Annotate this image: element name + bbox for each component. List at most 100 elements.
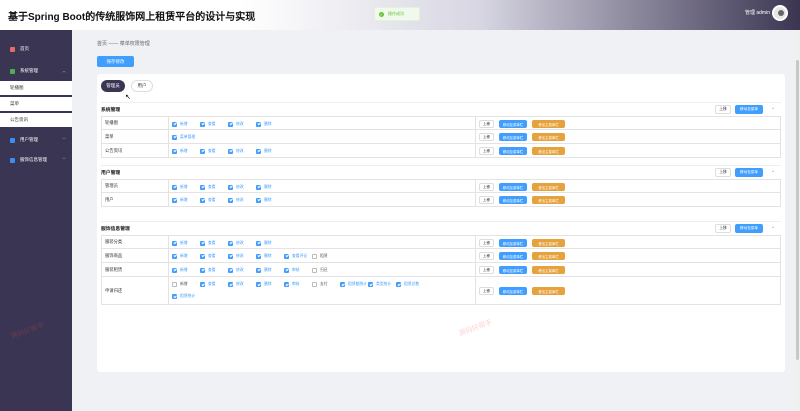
permission-checkbox[interactable]: 删除 (256, 267, 272, 274)
permission-checkbox[interactable]: 新增 (172, 121, 188, 128)
checkbox-icon (368, 282, 373, 287)
permission-checkbox[interactable]: 删除 (256, 197, 272, 204)
remove-from-menubar-button[interactable]: 移出主菜单栏 (532, 266, 565, 274)
tab-user[interactable]: 用户 (131, 80, 153, 92)
section-move-up-button[interactable]: 上移 (715, 224, 731, 233)
move-up-button[interactable]: 上移 (479, 120, 494, 128)
permission-checkbox[interactable]: 菜单管理 (172, 134, 195, 141)
move-up-button[interactable]: 上移 (479, 196, 494, 204)
permission-checkbox[interactable]: 租赁统计 (172, 293, 195, 300)
sidebar-item-carousel[interactable]: 轮播图 (0, 81, 72, 95)
remove-from-menubar-button[interactable]: 移出主菜单栏 (532, 252, 565, 260)
remove-from-menubar-button[interactable]: 移出主菜单栏 (532, 147, 565, 155)
permission-checkbox[interactable]: 修改 (228, 281, 244, 288)
permission-checkbox[interactable]: 租赁 (312, 253, 328, 260)
remove-from-menubar-button[interactable]: 移出主菜单栏 (532, 196, 565, 204)
section-move-up-button[interactable]: 上移 (715, 105, 731, 114)
section-move-up-button[interactable]: 上移 (715, 168, 731, 177)
move-up-button[interactable]: 上移 (479, 147, 494, 155)
permission-checkbox[interactable]: 新增 (172, 281, 188, 288)
move-up-button[interactable]: 上移 (479, 183, 494, 191)
section-move-button[interactable]: 移动至菜单 (735, 168, 763, 177)
remove-from-menubar-button[interactable]: 移出主菜单栏 (532, 287, 565, 295)
chevron-down-icon[interactable]: ⌄ (771, 224, 775, 230)
move-to-menubar-button[interactable]: 移动至菜单栏 (499, 183, 527, 191)
permission-checkbox[interactable]: 查看评论 (284, 253, 307, 260)
permission-checkbox[interactable]: 类型统计 (368, 281, 391, 288)
save-button[interactable]: 保存修改 (97, 56, 134, 67)
permission-checkbox[interactable]: 查看 (200, 267, 216, 274)
sidebar-item-system[interactable]: 系统管理 ︿ (0, 64, 72, 78)
permission-checkbox[interactable]: 归还 (312, 267, 328, 274)
permission-checkbox[interactable]: 修改 (228, 267, 244, 274)
scrollbar-thumb[interactable] (796, 60, 799, 360)
permission-checkbox[interactable]: 新增 (172, 240, 188, 247)
permission-label: 新增 (180, 282, 188, 286)
move-to-menubar-button[interactable]: 移动至菜单栏 (499, 266, 527, 274)
sidebar-item-users[interactable]: 用户管理 ﹀ (0, 133, 72, 147)
move-to-menubar-button[interactable]: 移动至菜单栏 (499, 120, 527, 128)
user-label[interactable]: 管理 admin (745, 9, 770, 16)
permission-checkbox[interactable]: 租赁额统计 (340, 281, 367, 288)
clothing-icon (10, 157, 15, 163)
chevron-down-icon[interactable]: ⌄ (771, 105, 775, 111)
permission-checkbox[interactable]: 新增 (172, 253, 188, 260)
permission-label: 修改 (236, 121, 244, 126)
remove-from-menubar-button[interactable]: 移出主菜单栏 (532, 239, 565, 247)
permission-checkbox[interactable]: 新增 (172, 184, 188, 191)
permission-checkbox[interactable]: 删除 (256, 240, 272, 247)
section-move-button[interactable]: 移动至菜单 (735, 224, 763, 233)
move-to-menubar-button[interactable]: 移动至菜单栏 (499, 287, 527, 295)
chevron-down-icon[interactable]: ⌄ (771, 168, 775, 174)
move-to-menubar-button[interactable]: 移动至菜单栏 (499, 239, 527, 247)
permission-checkbox[interactable]: 查看 (200, 184, 216, 191)
row-name: 公告资讯 (105, 144, 169, 157)
permission-checkbox[interactable]: 新增 (172, 148, 188, 155)
permission-checkbox[interactable]: 查看 (200, 281, 216, 288)
remove-from-menubar-button[interactable]: 移出主菜单栏 (532, 183, 565, 191)
move-up-button[interactable]: 上移 (479, 252, 494, 260)
remove-from-menubar-button[interactable]: 移出主菜单栏 (532, 133, 565, 141)
permission-checkbox[interactable]: 支付 (312, 281, 328, 288)
move-to-menubar-button[interactable]: 移动至菜单栏 (499, 196, 527, 204)
permission-checkbox[interactable]: 新增 (172, 267, 188, 274)
permission-checkbox[interactable]: 查看 (200, 148, 216, 155)
avatar[interactable] (772, 5, 788, 21)
sidebar-item-news[interactable]: 公告资讯 (0, 113, 72, 127)
page-scrollbar[interactable] (795, 30, 800, 411)
move-to-menubar-button[interactable]: 移动至菜单栏 (499, 252, 527, 260)
permission-checkbox[interactable]: 新增 (172, 197, 188, 204)
permission-checkbox[interactable]: 查看 (200, 240, 216, 247)
permission-checkbox[interactable]: 查看 (200, 121, 216, 128)
permission-checkbox[interactable]: 删除 (256, 121, 272, 128)
permission-checkbox[interactable]: 修改 (228, 184, 244, 191)
permission-checkbox[interactable]: 修改 (228, 253, 244, 260)
permission-checkbox[interactable]: 删除 (256, 184, 272, 191)
permission-checkbox[interactable]: 修改 (228, 148, 244, 155)
permission-checkbox[interactable]: 查看 (200, 197, 216, 204)
move-to-menubar-button[interactable]: 移动至菜单栏 (499, 133, 527, 141)
permission-checkbox[interactable]: 修改 (228, 121, 244, 128)
permission-checkbox[interactable]: 查看 (200, 253, 216, 260)
remove-from-menubar-button[interactable]: 移出主菜单栏 (532, 120, 565, 128)
permission-checkbox[interactable]: 修改 (228, 240, 244, 247)
move-up-button[interactable]: 上移 (479, 133, 494, 141)
permission-checkbox[interactable]: 审核 (284, 281, 300, 288)
breadcrumb-home[interactable]: 首页 (97, 41, 107, 47)
permission-checkbox[interactable]: 修改 (228, 197, 244, 204)
sidebar-item-home[interactable]: 首页 (0, 42, 72, 56)
section-move-button[interactable]: 移动至菜单 (735, 105, 763, 114)
tab-admin[interactable]: 管理员 (101, 80, 125, 92)
checkbox-icon (172, 197, 177, 203)
permission-checkbox[interactable]: 审核 (284, 267, 300, 274)
permission-checkbox[interactable]: 删除 (256, 253, 272, 260)
move-up-button[interactable]: 上移 (479, 239, 494, 247)
sidebar-item-clothing[interactable]: 服饰信息管理 ﹀ (0, 153, 72, 167)
move-up-button[interactable]: 上移 (479, 287, 494, 295)
sidebar-item-menu[interactable]: 菜单 (0, 97, 72, 111)
move-up-button[interactable]: 上移 (479, 266, 494, 274)
permission-checkbox[interactable]: 租赁总数 (396, 281, 419, 288)
move-to-menubar-button[interactable]: 移动至菜单栏 (499, 147, 527, 155)
permission-checkbox[interactable]: 删除 (256, 148, 272, 155)
permission-checkbox[interactable]: 删除 (256, 281, 272, 288)
